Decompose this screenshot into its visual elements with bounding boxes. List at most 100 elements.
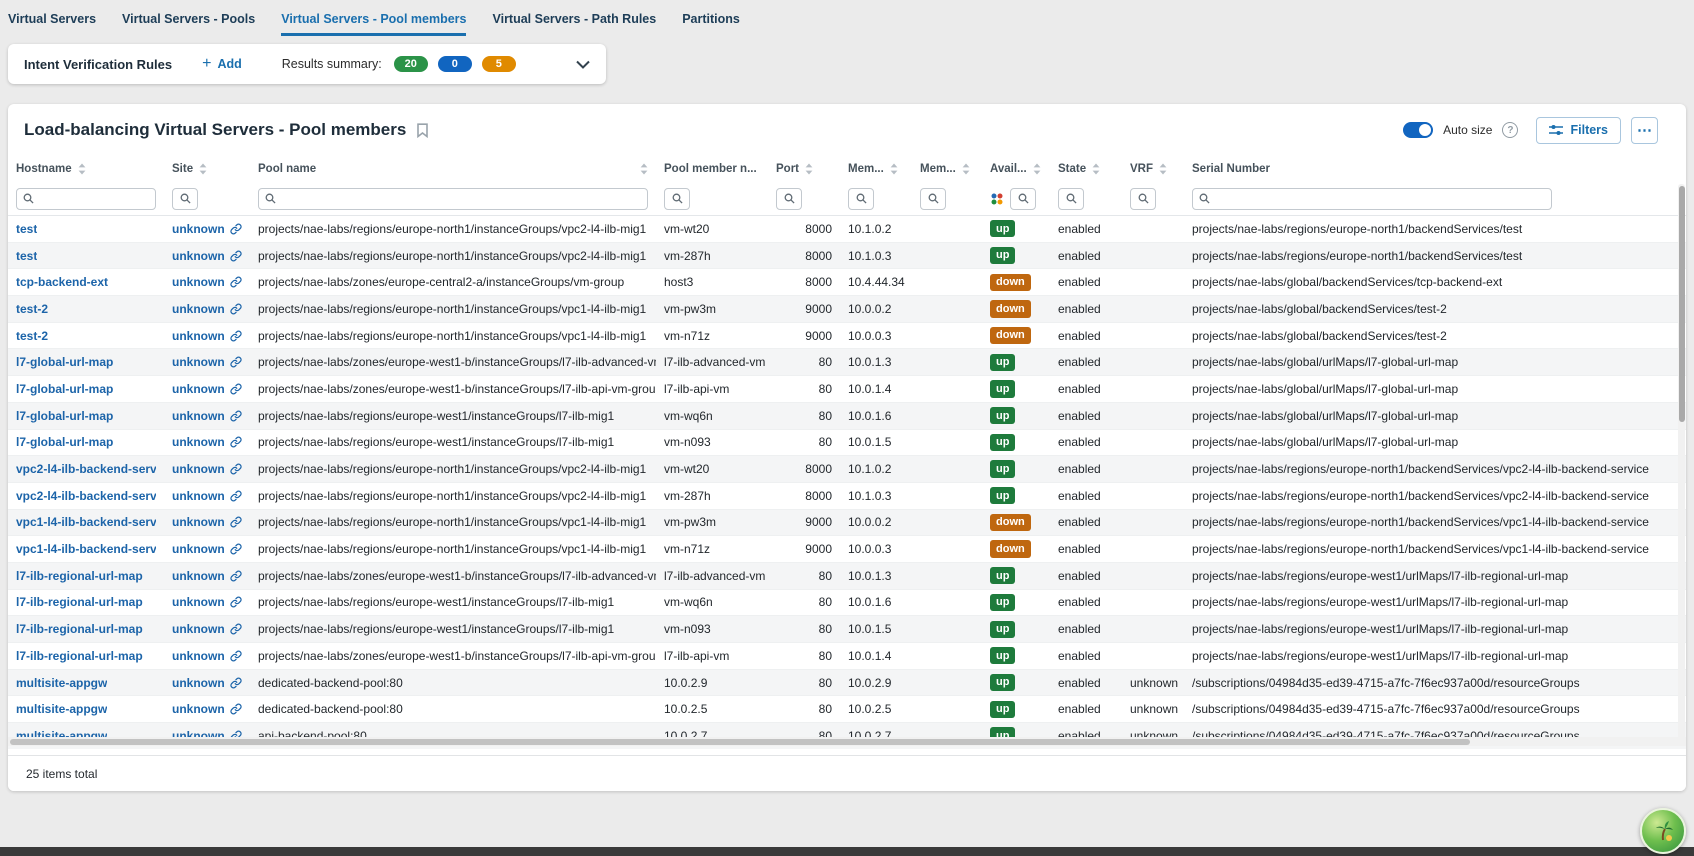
vertical-scrollbar-thumb[interactable] [1679,186,1685,422]
hostname-link[interactable]: l7-global-url-map [16,382,113,396]
hostname-link[interactable]: test-2 [16,329,48,343]
site-link[interactable]: unknown [172,249,225,263]
hostname-link[interactable]: vpc2-l4-ilb-backend-service [16,462,156,476]
site-link[interactable]: unknown [172,302,225,316]
filter-input-availability[interactable] [1010,188,1036,210]
site-link[interactable]: unknown [172,489,225,503]
mascot-avatar[interactable] [1640,808,1686,854]
filter-input-pool_name[interactable] [258,188,648,210]
summary-badge-pass-count[interactable]: 20 [394,56,428,72]
site-link[interactable]: unknown [172,649,225,663]
filters-button[interactable]: Filters [1536,117,1621,144]
site-link[interactable]: unknown [172,622,225,636]
more-options-button[interactable]: ⋯ [1631,117,1658,144]
filter-input-state[interactable] [1058,188,1084,210]
hostname-link[interactable]: l7-global-url-map [16,435,113,449]
table-row[interactable]: tcp-backend-extunknownprojects/nae-labs/… [8,269,1686,296]
filter-input-port[interactable] [776,188,802,210]
status-filter-icon[interactable] [990,192,1004,206]
site-link[interactable]: unknown [172,515,225,529]
filter-input-serial_number[interactable] [1192,188,1552,210]
hostname-link[interactable]: l7-global-url-map [16,409,113,423]
site-link[interactable]: unknown [172,329,225,343]
hostname-link[interactable]: test-2 [16,302,48,316]
hostname-link[interactable]: l7-global-url-map [16,355,113,369]
filter-input-site[interactable] [172,188,198,210]
table-row[interactable]: vpc1-l4-ilb-backend-serviceunknownprojec… [8,536,1686,563]
site-link[interactable]: unknown [172,275,225,289]
tab-virtual-servers-path-rules[interactable]: Virtual Servers - Path Rules [492,12,656,36]
table-row[interactable]: multisite-appgwunknowndedicated-backend-… [8,696,1686,723]
filter-input-member_2[interactable] [920,188,946,210]
table-row[interactable]: testunknownprojects/nae-labs/regions/eur… [8,243,1686,270]
hostname-link[interactable]: test [16,222,37,236]
tab-virtual-servers-pool-members[interactable]: Virtual Servers - Pool members [281,12,466,36]
column-header-hostname[interactable]: Hostname [8,163,164,175]
hostname-link[interactable]: vpc2-l4-ilb-backend-service [16,489,156,503]
help-icon[interactable]: ? [1502,122,1518,138]
horizontal-scrollbar[interactable] [8,737,1686,746]
site-link[interactable]: unknown [172,595,225,609]
table-row[interactable]: l7-global-url-mapunknownprojects/nae-lab… [8,376,1686,403]
site-link[interactable]: unknown [172,382,225,396]
table-row[interactable]: vpc1-l4-ilb-backend-serviceunknownprojec… [8,510,1686,537]
hostname-link[interactable]: l7-ilb-regional-url-map [16,649,143,663]
hostname-link[interactable]: l7-ilb-regional-url-map [16,569,143,583]
site-link[interactable]: unknown [172,222,225,236]
site-link[interactable]: unknown [172,702,225,716]
hostname-link[interactable]: vpc1-l4-ilb-backend-service [16,542,156,556]
table-row[interactable]: l7-ilb-regional-url-mapunknownprojects/n… [8,643,1686,670]
table-row[interactable]: vpc2-l4-ilb-backend-serviceunknownprojec… [8,456,1686,483]
column-header-member_address[interactable]: Mem... [840,163,912,175]
tab-partitions[interactable]: Partitions [682,12,740,36]
site-link[interactable]: unknown [172,462,225,476]
hostname-link[interactable]: test [16,249,37,263]
column-header-site[interactable]: Site [164,163,250,175]
hostname-link[interactable]: vpc1-l4-ilb-backend-service [16,515,156,529]
site-link[interactable]: unknown [172,542,225,556]
table-row[interactable]: l7-global-url-mapunknownprojects/nae-lab… [8,349,1686,376]
site-link[interactable]: unknown [172,676,225,690]
table-row[interactable]: l7-global-url-mapunknownprojects/nae-lab… [8,430,1686,457]
add-rule-button[interactable]: + Add [202,56,242,72]
table-row[interactable]: l7-ilb-regional-url-mapunknownprojects/n… [8,563,1686,590]
table-row[interactable]: l7-global-url-mapunknownprojects/nae-lab… [8,403,1686,430]
table-row[interactable]: l7-ilb-regional-url-mapunknownprojects/n… [8,590,1686,617]
table-row[interactable]: l7-ilb-regional-url-mapunknownprojects/n… [8,616,1686,643]
hostname-link[interactable]: tcp-backend-ext [16,275,108,289]
site-link[interactable]: unknown [172,409,225,423]
filter-input-vrf[interactable] [1130,188,1156,210]
summary-badge-info-count[interactable]: 0 [438,56,472,72]
column-header-member_2[interactable]: Mem... [912,163,982,175]
hostname-link[interactable]: l7-ilb-regional-url-map [16,595,143,609]
bookmark-icon[interactable] [416,123,429,138]
hostname-link[interactable]: l7-ilb-regional-url-map [16,622,143,636]
tab-virtual-servers[interactable]: Virtual Servers [8,12,96,36]
table-row[interactable]: test-2unknownprojects/nae-labs/regions/e… [8,296,1686,323]
hostname-link[interactable]: multisite-appgw [16,676,107,690]
hostname-link[interactable]: multisite-appgw [16,702,107,716]
filter-input-pool_member_name[interactable] [664,188,690,210]
site-link[interactable]: unknown [172,435,225,449]
table-row[interactable]: multisite-appgwunknowndedicated-backend-… [8,670,1686,697]
table-row[interactable]: vpc2-l4-ilb-backend-serviceunknownprojec… [8,483,1686,510]
vertical-scrollbar[interactable] [1678,184,1685,745]
filter-input-hostname[interactable] [16,188,156,210]
chevron-down-icon[interactable] [576,60,590,69]
auto-size-toggle[interactable] [1403,122,1433,138]
filter-input-member_address[interactable] [848,188,874,210]
table-row[interactable]: testunknownprojects/nae-labs/regions/eur… [8,216,1686,243]
table-row[interactable]: test-2unknownprojects/nae-labs/regions/e… [8,323,1686,350]
column-header-state[interactable]: State [1050,163,1122,175]
column-header-serial_number[interactable]: Serial Number [1184,163,1686,175]
column-header-pool_member_name[interactable]: Pool member n... [656,163,768,175]
site-link[interactable]: unknown [172,355,225,369]
tab-virtual-servers-pools[interactable]: Virtual Servers - Pools [122,12,255,36]
column-header-port[interactable]: Port [768,163,840,175]
summary-badge-warn-count[interactable]: 5 [482,56,516,72]
column-header-vrf[interactable]: VRF [1122,163,1184,175]
column-header-availability[interactable]: Avail... [982,163,1050,175]
horizontal-scrollbar-thumb[interactable] [10,739,1470,745]
site-link[interactable]: unknown [172,569,225,583]
column-header-pool_name[interactable]: Pool name [250,163,656,175]
